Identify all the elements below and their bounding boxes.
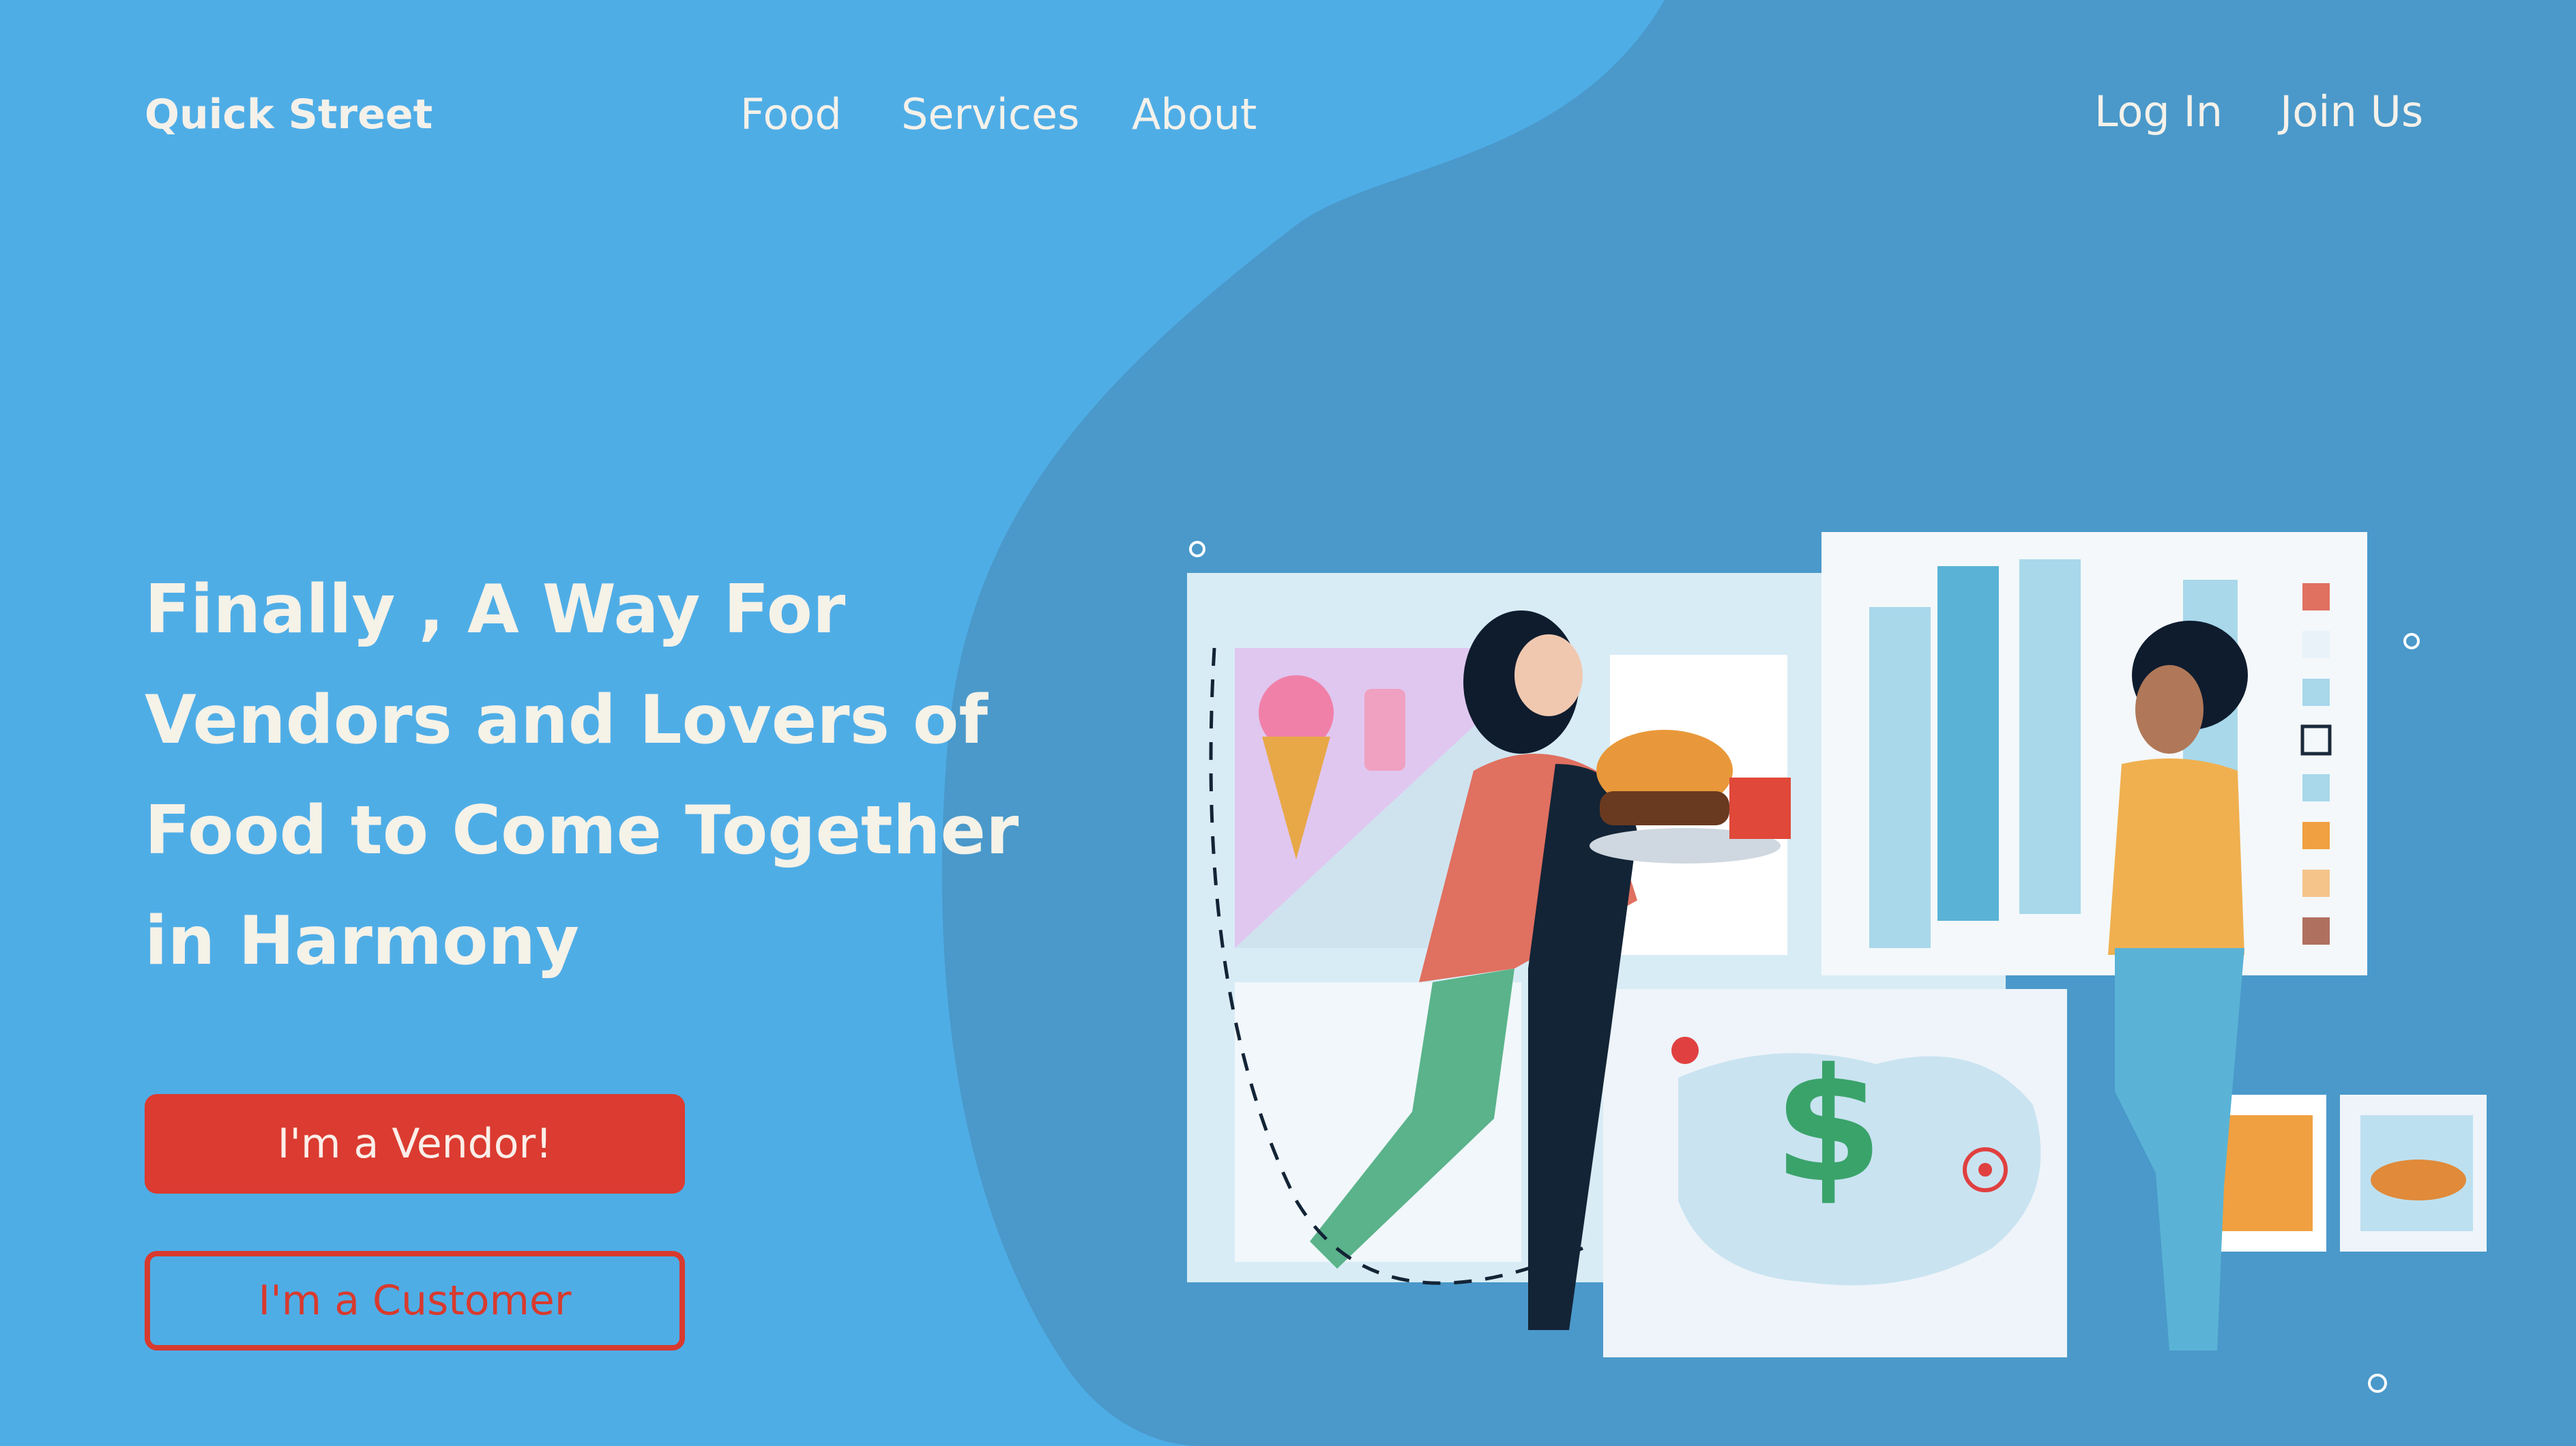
menu-swatch-8 (2302, 917, 2330, 945)
menu-column-1 (1869, 607, 1931, 948)
map-pin (1671, 1037, 1699, 1064)
decor-circle-3 (2368, 1374, 2387, 1393)
nav-food-link[interactable]: Food (740, 87, 842, 142)
join-us-link[interactable]: Join Us (2280, 85, 2423, 139)
nav-about-link[interactable]: About (1132, 87, 1257, 142)
milkshake (1364, 689, 1405, 771)
decor-circle-1 (1189, 541, 1205, 557)
woman-face (1514, 634, 1583, 716)
menu-column-3 (2019, 559, 2081, 914)
menu-swatch-3 (2302, 679, 2330, 706)
hero-illustration: $ (1187, 532, 2487, 1393)
map-target-center (1978, 1163, 1992, 1177)
dollar-sign: $ (1774, 1035, 1883, 1218)
brand-logo[interactable]: Quick Street (145, 87, 433, 142)
menu-swatch-5 (2302, 774, 2330, 801)
hero-headline-line-2: Vendors and Lovers of (145, 681, 989, 759)
hero-headline-line-3: Food to Come Together (145, 792, 1019, 870)
customer-shirt (2108, 758, 2244, 955)
customer-face (2135, 665, 2204, 754)
burger-patty (1600, 791, 1729, 825)
customer-legs (2115, 948, 2244, 1351)
login-link[interactable]: Log In (2094, 85, 2223, 139)
hero-headline-line-1: Finally , A Way For (145, 571, 846, 649)
hero-headline-line-4: in Harmony (145, 902, 580, 980)
nav-services-link[interactable]: Services (901, 87, 1079, 142)
menu-swatch-7 (2302, 870, 2330, 897)
menu-swatch-2 (2302, 631, 2330, 658)
customer-button[interactable]: I'm a Customer (145, 1251, 685, 1351)
decor-circle-2 (2403, 633, 2420, 649)
menu-swatch-1 (2302, 583, 2330, 610)
vendor-button[interactable]: I'm a Vendor! (145, 1094, 685, 1194)
menu-column-2 (1937, 566, 1999, 921)
hotdog (2371, 1160, 2466, 1200)
fries-box (1729, 778, 1791, 839)
menu-swatch-6 (2302, 822, 2330, 849)
